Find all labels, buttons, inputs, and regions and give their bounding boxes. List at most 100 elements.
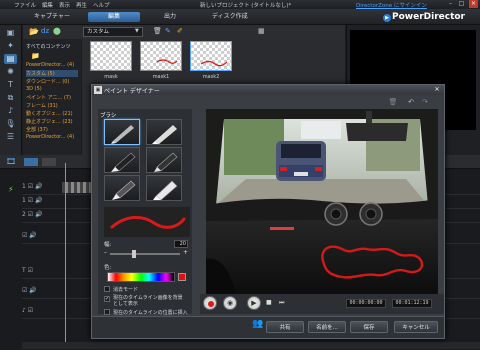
minimize-button[interactable]: –	[446, 0, 455, 8]
directorzone-signin-link[interactable]: DirectorZone にサインイン	[356, 1, 427, 9]
record-button[interactable]	[203, 296, 217, 310]
voiceover-room-icon[interactable]: 🎙	[4, 119, 17, 129]
insert-at-position-label: 現在のタイムラインの位置に挿入	[113, 310, 188, 316]
tree-item-all[interactable]: すべてのコンテンツ	[26, 43, 70, 50]
save-as-button[interactable]: 名前を...	[308, 321, 346, 333]
play-button[interactable]: ▶	[247, 296, 261, 310]
tree-item[interactable]: ペイント アニ... (7)	[26, 94, 71, 101]
tree-item[interactable]: 全部 (37)	[26, 126, 48, 133]
insert-at-position-checkbox[interactable]	[104, 309, 110, 315]
tree-item[interactable]: PowerDirector... (4)	[26, 134, 74, 140]
brush-airbrush[interactable]	[146, 175, 182, 201]
size-value-field[interactable]: 20	[174, 240, 188, 248]
undo-icon[interactable]: ↶	[406, 97, 416, 107]
save-button[interactable]: 保存	[350, 321, 388, 333]
paint-canvas[interactable]	[206, 109, 438, 294]
grid-view-icon[interactable]: ▦	[258, 27, 265, 35]
import-folder-icon[interactable]: 📂	[29, 27, 39, 36]
transition-room-icon[interactable]: ⧉	[4, 93, 17, 103]
audio-room-icon[interactable]: ♪	[4, 106, 17, 116]
brush-icon[interactable]: ✐	[177, 27, 183, 35]
tree-item[interactable]: フレーム (31)	[26, 102, 58, 109]
brush-label: ブラシ	[100, 113, 117, 119]
tree-item[interactable]: ダウンロード... (0)	[26, 78, 69, 85]
storyboard-mode-icon[interactable]	[42, 158, 56, 166]
library-toolbar: 📂 dz ⬤ カスタム ▼ 🗑 ✎ ✐ ▦	[23, 25, 345, 39]
split-icon[interactable]: ⚡	[8, 185, 14, 194]
brush-ink[interactable]	[104, 147, 140, 173]
timeline-mode-icon[interactable]	[24, 158, 38, 166]
tree-item[interactable]: 3D (5)	[26, 86, 42, 92]
dialog-close-icon[interactable]: ✕	[433, 86, 441, 94]
track-controls-icon[interactable]: T ☑	[22, 267, 60, 280]
track-controls-icon[interactable]: ☑ 🔊	[22, 232, 60, 245]
share-button[interactable]: 共有	[266, 321, 304, 333]
chapter-room-icon[interactable]: ☰	[4, 132, 17, 142]
show-timeline-background-checkbox[interactable]: ✓	[104, 296, 110, 302]
tree-item[interactable]: PowerDirector... (4)	[26, 62, 74, 68]
paint-designer-icon[interactable]: ✎	[165, 27, 171, 35]
maximize-button[interactable]: □	[457, 0, 466, 8]
thumbnail-label: mask2	[202, 74, 220, 80]
library-thumbnail-selected[interactable]	[190, 41, 232, 71]
tree-item[interactable]: 静止オブジェ... (23)	[26, 118, 73, 125]
pip-room-icon[interactable]: ▤	[4, 54, 17, 64]
menu-edit[interactable]: 編集	[42, 1, 53, 9]
tab-edit[interactable]: 編集	[88, 12, 140, 22]
menu-play[interactable]: 再生	[76, 1, 87, 9]
track-controls-icon[interactable]: ☑ 🔊	[22, 287, 60, 300]
tree-item-custom[interactable]: カスタム (5)	[26, 70, 78, 77]
menu-help[interactable]: ヘルプ	[93, 1, 110, 9]
folder-icon: 📁	[31, 52, 40, 60]
canvas-tools: 🗑 ↶ ↷	[382, 97, 442, 107]
menu-file[interactable]: ファイル	[14, 1, 36, 9]
stop-icon[interactable]: ■	[266, 299, 272, 306]
cancel-button[interactable]: キャンセル	[394, 321, 438, 333]
redo-icon[interactable]: ↷	[420, 97, 430, 107]
brush-marker[interactable]	[146, 119, 182, 145]
step-forward-icon[interactable]: ⏭	[279, 299, 284, 307]
tag-icon[interactable]: ⬤	[53, 27, 61, 35]
media-room-icon[interactable]: ▣	[4, 28, 17, 38]
library-thumbnail[interactable]	[140, 41, 182, 71]
brush-pen[interactable]	[104, 119, 140, 145]
mode-bar: キャプチャー 編集 出力 ディスク作成 ▶ PowerDirector	[0, 9, 480, 25]
track-controls-icon[interactable]: 1 ☑ 🔊	[22, 197, 60, 210]
app-icon: ▣	[94, 86, 102, 94]
chevron-down-icon[interactable]: ▼	[135, 28, 139, 34]
title-room-icon[interactable]: T	[4, 80, 17, 90]
particle-room-icon[interactable]: ✺	[4, 67, 17, 77]
size-slider-track[interactable]	[110, 253, 180, 255]
window-title: 新しいプロジェクト (タイトルなし)*	[200, 3, 292, 9]
track-controls-icon[interactable]: 1 ☑ 🔊	[22, 183, 60, 196]
timeline-playhead[interactable]	[65, 163, 66, 348]
current-color-swatch[interactable]	[178, 273, 186, 281]
erase-mode-checkbox[interactable]	[104, 286, 110, 292]
library-thumbnail[interactable]	[90, 41, 132, 71]
timeline-clip[interactable]	[62, 182, 92, 193]
tab-produce[interactable]: 出力	[156, 12, 184, 22]
brush-crayon[interactable]	[146, 147, 182, 173]
snapshot-camera-icon[interactable]: ◉	[223, 296, 237, 310]
delete-icon[interactable]: 🗑	[153, 27, 162, 35]
tab-capture[interactable]: キャプチャー	[26, 12, 78, 22]
color-spectrum[interactable]	[107, 272, 175, 282]
menu-view[interactable]: 表示	[59, 1, 70, 9]
paint-designer-dialog: ▣ ペイント デザイナー ✕ 🗑 ↶ ↷ ブラシ 幅: 20 – + 色: 消去…	[91, 84, 445, 339]
dialog-title: ペイント デザイナー	[104, 88, 160, 95]
size-slider-handle[interactable]	[132, 250, 136, 258]
timeline-view-icon[interactable]: 🎞	[6, 157, 16, 166]
track-controls-icon[interactable]: 2 ☑ 🔊	[22, 211, 60, 224]
tab-disc[interactable]: ディスク作成	[204, 12, 256, 22]
library-filter-dropdown[interactable]: カスタム	[83, 27, 143, 37]
directorzone-icon[interactable]: dz	[41, 27, 49, 35]
size-increase-icon[interactable]: +	[183, 249, 188, 256]
brush-pencil[interactable]	[104, 175, 140, 201]
size-decrease-icon[interactable]: –	[104, 249, 107, 256]
timeline-scrollbar[interactable]	[22, 342, 480, 349]
tree-item[interactable]: 動くオブジェ... (21)	[26, 110, 73, 117]
track-controls-icon[interactable]: ♪ ☑	[22, 307, 60, 320]
close-button[interactable]: ×	[469, 0, 478, 8]
effect-room-icon[interactable]: ✦	[4, 41, 17, 51]
clear-canvas-icon[interactable]: 🗑	[388, 97, 398, 107]
